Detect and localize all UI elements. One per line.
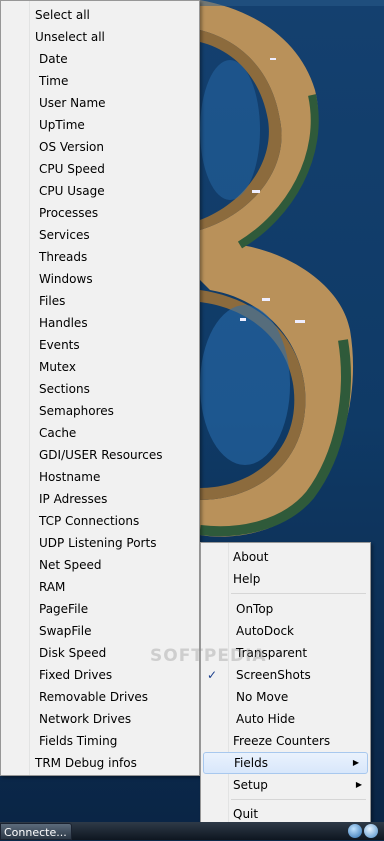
menu-item-user-name[interactable]: User Name <box>39 92 106 114</box>
menu-item-handles[interactable]: Handles <box>39 312 88 334</box>
submenu-arrow-icon: ▶ <box>355 780 362 789</box>
menu-item-hostname[interactable]: Hostname <box>39 466 100 488</box>
menu-item-label: Setup <box>233 778 268 792</box>
menu-item-disk-speed[interactable]: Disk Speed <box>39 642 106 664</box>
menu-item-unselect-all[interactable]: Unselect all <box>35 26 105 48</box>
menu-separator <box>231 593 366 594</box>
menu-item-fixed-drives[interactable]: Fixed Drives <box>39 664 112 686</box>
menu-item-about[interactable]: About <box>233 546 268 568</box>
menu-item-no-move[interactable]: No Move <box>236 686 288 708</box>
menu-item-ram[interactable]: RAM <box>39 576 65 598</box>
menu-item-help[interactable]: Help <box>233 568 260 590</box>
menu-item-files[interactable]: Files <box>39 290 65 312</box>
taskbar: Connecte... <box>0 822 384 840</box>
menu-item-tcp-connections[interactable]: TCP Connections <box>39 510 139 532</box>
checkmark-icon: ✓ <box>207 668 218 682</box>
menu-gutter <box>29 1 30 775</box>
menu-item-label: ScreenShots <box>236 668 311 682</box>
menu-item-date[interactable]: Date <box>39 48 68 70</box>
menu-item-cache[interactable]: Cache <box>39 422 76 444</box>
menu-item-swapfile[interactable]: SwapFile <box>39 620 91 642</box>
menu-item-autodock[interactable]: AutoDock <box>236 620 294 642</box>
menu-item-cpu-usage[interactable]: CPU Usage <box>39 180 105 202</box>
menu-item-fields-timing[interactable]: Fields Timing <box>39 730 117 752</box>
menu-item-auto-hide[interactable]: Auto Hide <box>236 708 295 730</box>
menu-item-select-all[interactable]: Select all <box>35 4 90 26</box>
menu-separator <box>231 799 366 800</box>
menu-item-events[interactable]: Events <box>39 334 80 356</box>
menu-item-semaphores[interactable]: Semaphores <box>39 400 114 422</box>
menu-item-windows[interactable]: Windows <box>39 268 93 290</box>
menu-item-gdi-user-resources[interactable]: GDI/USER Resources <box>39 444 163 466</box>
menu-item-removable-drives[interactable]: Removable Drives <box>39 686 148 708</box>
menu-item-cpu-speed[interactable]: CPU Speed <box>39 158 105 180</box>
menu-item-label: Fields <box>234 756 268 770</box>
menu-item-uptime[interactable]: UpTime <box>39 114 85 136</box>
menu-item-os-version[interactable]: OS Version <box>39 136 104 158</box>
watermark: SOFTPEDIA <box>150 646 267 666</box>
network-tray-icon[interactable] <box>348 824 362 838</box>
menu-item-processes[interactable]: Processes <box>39 202 98 224</box>
menu-item-freeze-counters[interactable]: Freeze Counters <box>233 730 330 752</box>
menu-item-screenshots[interactable]: ✓ ScreenShots <box>201 664 372 686</box>
menu-item-pagefile[interactable]: PageFile <box>39 598 88 620</box>
menu-item-trm-debug-infos[interactable]: TRM Debug infos <box>35 752 137 774</box>
menu-item-fields[interactable]: Fields ▶ <box>203 752 368 774</box>
submenu-arrow-icon: ▶ <box>352 758 359 767</box>
trm-tray-icon[interactable] <box>364 824 378 838</box>
tray-context-menu: About Help OnTop AutoDock Transparent ✓ … <box>200 542 371 828</box>
menu-item-network-drives[interactable]: Network Drives <box>39 708 131 730</box>
menu-item-sections[interactable]: Sections <box>39 378 90 400</box>
menu-item-mutex[interactable]: Mutex <box>39 356 76 378</box>
menu-item-net-speed[interactable]: Net Speed <box>39 554 102 576</box>
menu-item-udp-listening-ports[interactable]: UDP Listening Ports <box>39 532 156 554</box>
menu-item-ip-adresses[interactable]: IP Adresses <box>39 488 107 510</box>
menu-item-threads[interactable]: Threads <box>39 246 87 268</box>
menu-item-time[interactable]: Time <box>39 70 68 92</box>
taskbar-button-connection[interactable]: Connecte... <box>0 823 72 840</box>
menu-item-services[interactable]: Services <box>39 224 90 246</box>
menu-item-setup[interactable]: Setup ▶ <box>201 774 372 796</box>
menu-item-ontop[interactable]: OnTop <box>236 598 273 620</box>
